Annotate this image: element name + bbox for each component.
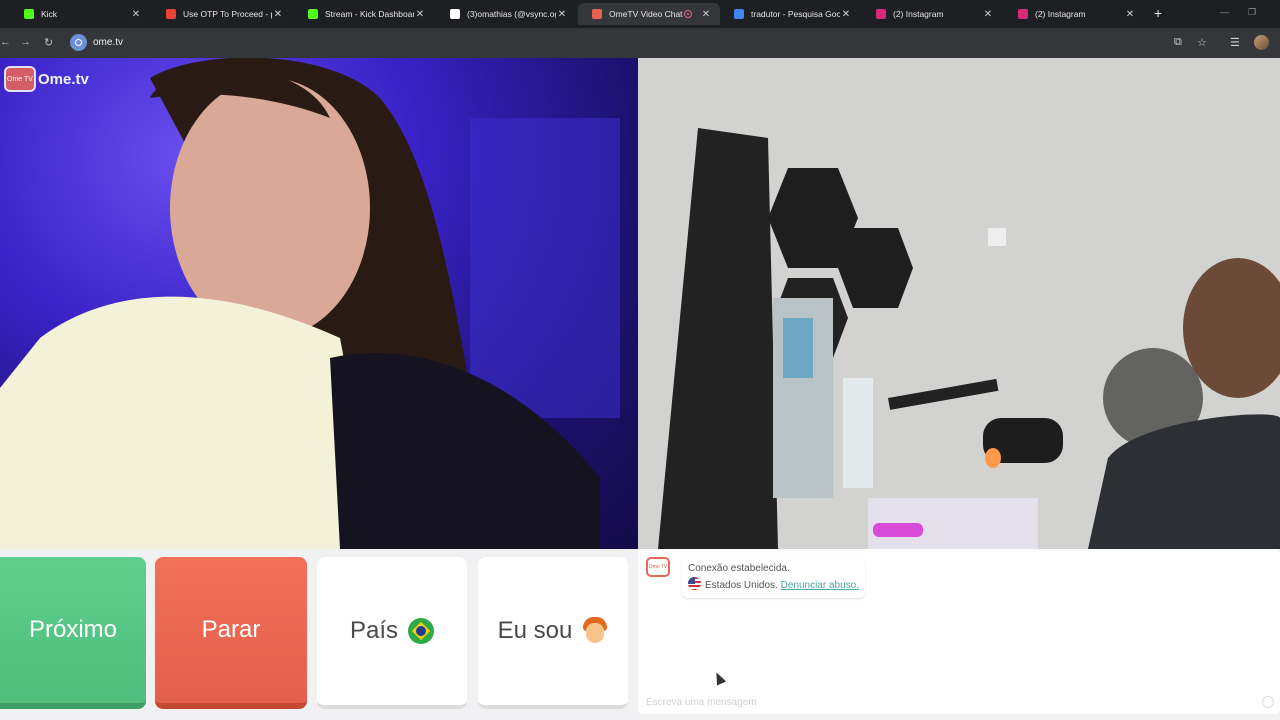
browser-tab[interactable]: (2) Instagram ✕ xyxy=(862,3,1002,25)
browser-tab[interactable]: tradutor - Pesquisa Goog ✕ xyxy=(720,3,860,25)
kick-icon xyxy=(308,9,318,19)
browser-tab[interactable]: (2) Instagram ✕ xyxy=(1004,3,1144,25)
site-info-icon[interactable] xyxy=(70,34,87,51)
tab-title: Kick xyxy=(41,9,58,19)
ometv-logo: Ome TV Ome.tv xyxy=(4,66,89,92)
restore-icon[interactable]: ❐ xyxy=(1248,7,1256,18)
cast-icon[interactable]: ⧉ xyxy=(1174,36,1182,49)
reload-icon[interactable]: ↻ xyxy=(44,36,53,49)
i-am-button-label: Eu sou xyxy=(497,617,573,644)
ometv-chat-logo-icon: Ome TV xyxy=(646,557,670,577)
country-button-label: País xyxy=(349,617,399,644)
close-tab-icon[interactable]: ✕ xyxy=(130,9,142,20)
browser-tab[interactable]: Use OTP To Proceed - ple✕ xyxy=(152,3,292,25)
browser-tab[interactable]: Kick ✕ xyxy=(10,3,150,25)
close-tab-icon[interactable]: ✕ xyxy=(414,9,426,20)
us-flag-icon xyxy=(688,577,701,590)
tab-title: Stream - Kick Dashboard xyxy=(325,9,414,19)
system-message: Conexão estabelecida. Estados Unidos. De… xyxy=(682,557,865,598)
tab-title: (3)omathias (@vsync.og) xyxy=(467,9,556,19)
close-tab-icon[interactable]: ✕ xyxy=(272,9,284,20)
boy-avatar-icon xyxy=(582,617,608,645)
bookmark-star-icon[interactable]: ☆ xyxy=(1197,36,1207,49)
report-abuse-link[interactable]: Denunciar abuso. xyxy=(781,580,859,591)
browser-tab-bar: Kick✕Use OTP To Proceed - ple✕Stream - K… xyxy=(0,0,1280,28)
next-button-label: Próximo xyxy=(28,616,118,643)
instagram-icon xyxy=(876,9,886,19)
browser-tab[interactable]: (3)omathias (@vsync.og) ✕ xyxy=(436,3,576,25)
close-tab-icon[interactable]: ✕ xyxy=(700,9,712,20)
ometv-icon xyxy=(592,9,602,19)
new-tab-button[interactable]: + xyxy=(1154,5,1162,21)
brazil-flag-icon xyxy=(408,618,435,644)
gmail-icon xyxy=(166,9,176,19)
stranger-video: Ome TV Ome.tv xyxy=(0,58,638,549)
next-button[interactable]: Próximo xyxy=(0,557,146,709)
i-am-button[interactable]: Eu sou xyxy=(478,557,628,709)
tiktok-icon xyxy=(450,9,460,19)
minimize-icon[interactable]: — xyxy=(1220,7,1229,17)
chat-panel: Ome TV Conexão estabelecida. Estados Uni… xyxy=(638,549,1280,714)
browser-tab[interactable]: Stream - Kick Dashboard ✕ xyxy=(294,3,434,25)
tab-search-icon[interactable]: ☰ xyxy=(1230,36,1240,49)
connection-status: Conexão estabelecida. xyxy=(688,563,790,574)
stranger-video-frame xyxy=(0,58,620,549)
close-tab-icon[interactable]: ✕ xyxy=(840,9,852,20)
recording-icon xyxy=(684,10,692,18)
stranger-country-line: Estados Unidos. Denunciar abuso. xyxy=(688,577,859,594)
ometv-logo-text: Ome.tv xyxy=(38,70,89,88)
kick-icon xyxy=(24,9,34,19)
stop-button[interactable]: Parar xyxy=(155,557,307,709)
browser-tab[interactable]: OmeTV Video Chat - ✕ xyxy=(578,3,720,25)
close-tab-icon[interactable]: ✕ xyxy=(1124,9,1136,20)
country-button[interactable]: País xyxy=(317,557,467,709)
message-input[interactable] xyxy=(646,697,1256,708)
address-bar: ← → ↻ ome.tv ⧉ ☆ ☰ xyxy=(0,28,1280,58)
tab-title: Use OTP To Proceed - ple xyxy=(183,9,272,19)
stranger-country: Estados Unidos. xyxy=(705,580,778,591)
tab-title: (2) Instagram xyxy=(893,9,944,19)
close-tab-icon[interactable]: ✕ xyxy=(556,9,568,20)
self-video-frame xyxy=(638,58,1280,549)
emoji-icon[interactable] xyxy=(1262,696,1274,708)
tab-title: tradutor - Pesquisa Goog xyxy=(751,9,840,19)
forward-icon[interactable]: → xyxy=(20,36,31,48)
tab-title: (2) Instagram xyxy=(1035,9,1086,19)
tab-title: OmeTV Video Chat - xyxy=(609,9,684,19)
google-icon xyxy=(734,9,744,19)
url-field[interactable]: ome.tv xyxy=(93,37,123,48)
profile-avatar[interactable] xyxy=(1254,35,1269,50)
ometv-logo-box: Ome TV xyxy=(4,66,36,92)
instagram-icon xyxy=(1018,9,1028,19)
back-icon[interactable]: ← xyxy=(0,36,11,48)
stop-button-label: Parar xyxy=(201,616,261,643)
close-tab-icon[interactable]: ✕ xyxy=(982,9,994,20)
self-video xyxy=(638,58,1280,549)
